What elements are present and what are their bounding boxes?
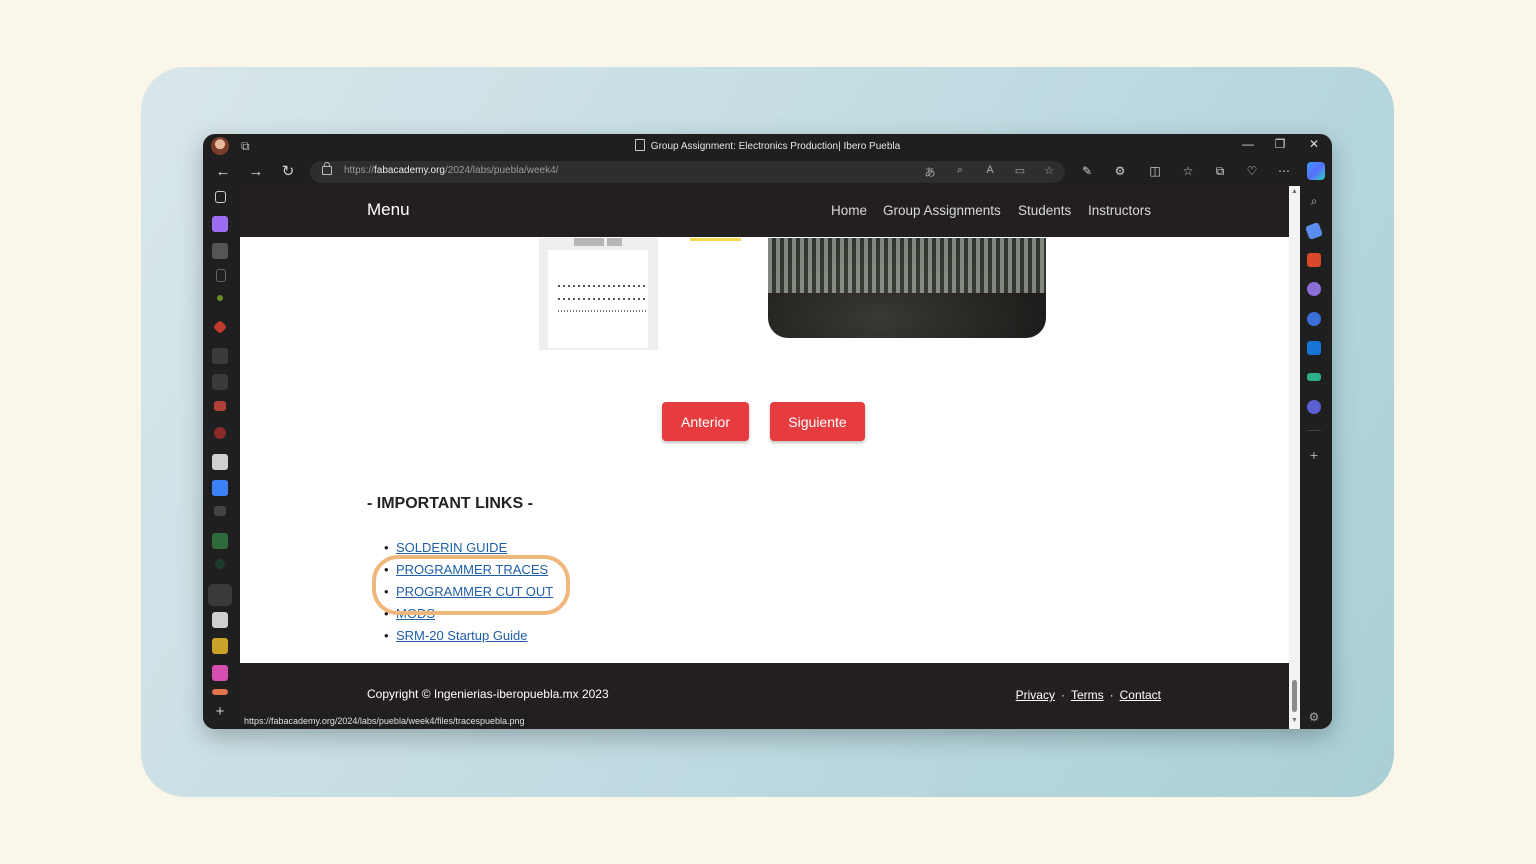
tab-favicon-git[interactable]: [212, 319, 228, 335]
important-links-title: - IMPORTANT LINKS -: [367, 495, 533, 512]
highlight-ring: [372, 555, 570, 615]
traces-paper: [548, 250, 648, 348]
sidebar-divider: [1307, 430, 1321, 431]
shopping-tag-icon[interactable]: [1305, 222, 1323, 240]
footer-links: Privacy · Terms · Contact: [1016, 688, 1161, 702]
browser-window: ⧉ Group Assignment: Electronics Producti…: [203, 134, 1332, 729]
back-arrow-icon[interactable]: ←: [213, 162, 233, 182]
image-tag-trace: [607, 238, 622, 246]
restore-button[interactable]: ❐: [1270, 137, 1290, 151]
scroll-up-arrow-icon[interactable]: ▲: [1291, 188, 1298, 195]
tab-favicon-orange[interactable]: [212, 689, 228, 695]
title-bar: ⧉ Group Assignment: Electronics Producti…: [203, 134, 1332, 158]
split-screen-icon[interactable]: ◫: [1146, 162, 1164, 180]
page-scrollbar[interactable]: ▲ ▼: [1289, 186, 1300, 729]
search-icon[interactable]: ⌕: [1307, 194, 1321, 208]
toolbox-icon[interactable]: [1307, 253, 1321, 267]
tab-active-document[interactable]: [208, 584, 232, 606]
browser-essentials-icon[interactable]: ♡: [1243, 162, 1261, 180]
immersive-reader-icon[interactable]: ▭: [1012, 164, 1028, 177]
tab-favicon-m1[interactable]: [212, 348, 228, 364]
copilot-icon[interactable]: [1307, 162, 1325, 180]
status-bar-url: https://fabacademy.org/2024/labs/puebla/…: [240, 714, 529, 729]
footer-terms-link[interactable]: Terms: [1071, 688, 1104, 702]
next-button[interactable]: Siguiente: [770, 402, 865, 441]
tab-favicon-red[interactable]: [214, 401, 226, 411]
translate-icon[interactable]: あ: [922, 164, 938, 180]
footer-contact-link[interactable]: Contact: [1120, 688, 1161, 702]
url-text[interactable]: https://fabacademy.org/2024/labs/puebla/…: [344, 165, 558, 176]
scroll-down-arrow-icon[interactable]: ▼: [1291, 717, 1298, 724]
tab-favicon-fabacademy[interactable]: [212, 243, 228, 259]
pcb-traces-image: [539, 238, 658, 350]
copyright-text: Copyright © Ingenierias-iberopuebla.mx 2…: [367, 687, 609, 701]
extensions-icon[interactable]: ⚙: [1111, 162, 1129, 180]
tab-favicon-blue[interactable]: [212, 480, 228, 496]
tab-favicon-pink-play[interactable]: [212, 665, 228, 681]
tab-favicon-circle[interactable]: [214, 427, 226, 439]
tab-favicon-m2[interactable]: [212, 374, 228, 390]
nav-instructors[interactable]: Instructors: [1088, 203, 1151, 218]
yellow-image-fragment: [690, 238, 741, 241]
tab-favicon-dark[interactable]: [215, 559, 225, 569]
tab-favicon-yellow-play[interactable]: [212, 638, 228, 654]
tab-favicon-book[interactable]: [214, 506, 226, 516]
tab-favicon-green2[interactable]: [212, 533, 228, 549]
zoom-icon[interactable]: ⌕: [952, 164, 968, 177]
minimize-button[interactable]: —: [1238, 137, 1258, 151]
site-header: Menu Home Group Assignments Students Ins…: [240, 186, 1289, 237]
copilot-sidebar-icon[interactable]: [1307, 312, 1321, 326]
nav-home[interactable]: Home: [831, 203, 867, 218]
refresh-icon[interactable]: ↻: [278, 162, 298, 182]
footer-privacy-link[interactable]: Privacy: [1016, 688, 1055, 702]
tab-favicon-document[interactable]: [216, 269, 226, 282]
edge-sidebar: ⌕ + ⚙: [1300, 186, 1332, 729]
tab-favicon-green[interactable]: [217, 295, 223, 301]
tab-panel-icon[interactable]: [215, 191, 226, 203]
sidebar-settings-gear-icon[interactable]: ⚙: [1307, 710, 1321, 724]
eyedropper-icon[interactable]: ✎: [1078, 162, 1096, 180]
nav-students[interactable]: Students: [1018, 203, 1071, 218]
favorite-star-icon[interactable]: ☆: [1041, 164, 1057, 177]
forward-arrow-icon[interactable]: →: [246, 162, 266, 182]
image-tag-solder-paste: [574, 238, 604, 246]
nav-group-assignments[interactable]: Group Assignments: [883, 203, 1001, 218]
teams-icon[interactable]: [1307, 400, 1321, 414]
web-page: Menu Home Group Assignments Students Ins…: [240, 186, 1289, 729]
new-tab-plus-icon[interactable]: +: [212, 704, 228, 720]
close-button[interactable]: ✕: [1304, 137, 1324, 151]
milled-pcb-photo: [768, 238, 1046, 338]
favorites-icon[interactable]: ☆: [1179, 162, 1197, 180]
more-options-icon[interactable]: ⋯: [1275, 162, 1293, 180]
window-title: Group Assignment: Electronics Production…: [203, 139, 1332, 152]
send-icon[interactable]: [1307, 373, 1321, 381]
document-icon: [634, 139, 645, 151]
scrollbar-thumb[interactable]: [1292, 680, 1297, 712]
window-title-text: Group Assignment: Electronics Production…: [650, 141, 901, 152]
vertical-tabs-sidebar: +: [203, 186, 240, 729]
menu-title[interactable]: Menu: [367, 200, 410, 220]
add-sidebar-app-plus-icon[interactable]: +: [1307, 448, 1321, 462]
footer-separator: ·: [1060, 688, 1065, 702]
tab-favicon-purple[interactable]: [212, 216, 228, 232]
tab-favicon-fab3[interactable]: [212, 612, 228, 628]
collections-icon[interactable]: ⧉: [1211, 162, 1229, 180]
read-aloud-icon[interactable]: A: [982, 164, 998, 176]
tab-favicon-fab2[interactable]: [212, 454, 228, 470]
address-bar[interactable]: https://fabacademy.org/2024/labs/puebla/…: [310, 161, 1065, 183]
link-srm20-startup-guide[interactable]: SRM-20 Startup Guide: [384, 628, 553, 650]
games-icon[interactable]: [1307, 282, 1321, 296]
footer-separator: ·: [1109, 688, 1114, 702]
lock-icon[interactable]: [322, 162, 332, 175]
previous-button[interactable]: Anterior: [662, 402, 749, 441]
outlook-icon[interactable]: [1307, 341, 1321, 355]
